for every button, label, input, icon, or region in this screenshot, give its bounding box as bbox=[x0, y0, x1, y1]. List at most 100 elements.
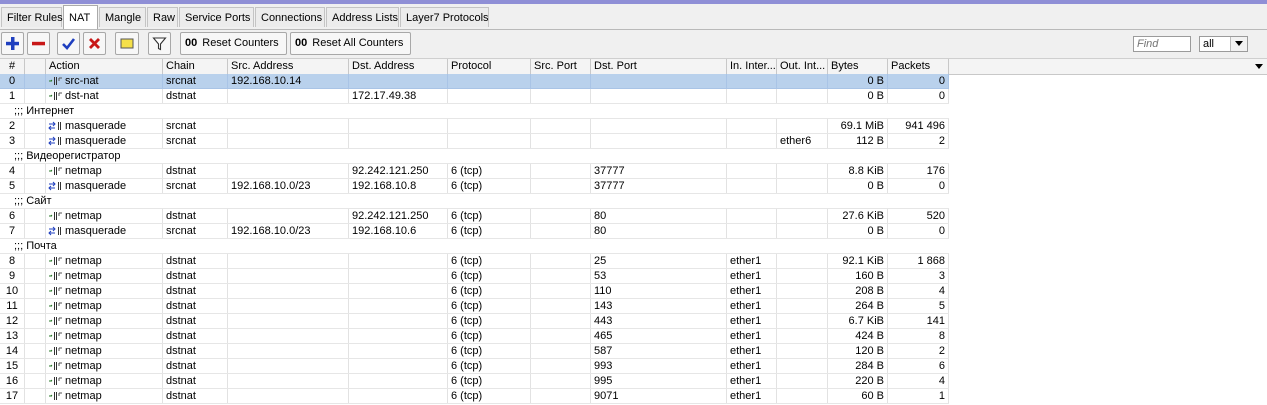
cell-protocol: 6 (tcp) bbox=[448, 269, 531, 283]
disable-button[interactable] bbox=[83, 32, 106, 55]
reset-counters-button[interactable]: 00 Reset Counters bbox=[180, 32, 287, 55]
action-label: masquerade bbox=[65, 225, 127, 237]
comment-button[interactable] bbox=[115, 32, 139, 55]
filter-button[interactable] bbox=[148, 32, 171, 55]
find-input[interactable] bbox=[1133, 36, 1191, 52]
col-header-in-interface[interactable]: In. Inter... bbox=[727, 59, 777, 74]
cell-number: 1 bbox=[0, 89, 25, 103]
cell-in-interface bbox=[727, 134, 777, 148]
col-header-chain[interactable]: Chain bbox=[163, 59, 228, 74]
comment-row[interactable]: ;;; Интернет bbox=[0, 104, 949, 119]
cell-protocol: 6 (tcp) bbox=[448, 179, 531, 193]
col-header-bytes[interactable]: Bytes bbox=[828, 59, 888, 74]
cell-number: 2 bbox=[0, 119, 25, 133]
col-header-dst-port[interactable]: Dst. Port bbox=[591, 59, 727, 74]
cell-src-address bbox=[228, 314, 349, 328]
cell-src-address bbox=[228, 89, 349, 103]
table-row[interactable]: 10 netmap dstnat 6 (tcp) 110 ether1 208 B4 bbox=[0, 284, 949, 299]
col-header-src-address[interactable]: Src. Address bbox=[228, 59, 349, 74]
tab-layer7-protocols[interactable]: Layer7 Protocols bbox=[400, 7, 489, 27]
table-row[interactable]: 17 netmap dstnat 6 (tcp) 9071 ether1 60 B1 bbox=[0, 389, 949, 404]
cell-dst-port: 110 bbox=[591, 284, 727, 298]
table-row[interactable]: 12 netmap dstnat 6 (tcp) 443 ether1 6.7 KiB 141 bbox=[0, 314, 949, 329]
col-header-number[interactable]: # bbox=[0, 59, 25, 74]
table-row[interactable]: 8 netmap dstnat 6 (tcp) 25 ether1 92.1 KiB 1 86… bbox=[0, 254, 949, 269]
cell-src-address bbox=[228, 374, 349, 388]
table-row[interactable]: 5 masquerade srcnat 192.168.10.0/23 192.168.… bbox=[0, 179, 949, 194]
cell-bytes: 120 B bbox=[828, 344, 888, 358]
tab-address-lists[interactable]: Address Lists bbox=[326, 7, 399, 27]
action-label: netmap bbox=[65, 330, 102, 342]
table-row[interactable]: 9 netmap dstnat 6 (tcp) 53 ether1 160 B3 bbox=[0, 269, 949, 284]
table-row[interactable]: 14 netmap dstnat 6 (tcp) 587 ether1 120 B2 bbox=[0, 344, 949, 359]
tab-mangle[interactable]: Mangle bbox=[99, 7, 146, 27]
cell-number: 14 bbox=[0, 344, 25, 358]
action-label: masquerade bbox=[65, 135, 127, 147]
cell-src-port bbox=[531, 299, 591, 313]
col-header-flags[interactable] bbox=[25, 59, 46, 74]
col-header-out-interface[interactable]: Out. Int... bbox=[777, 59, 828, 74]
cell-number: 8 bbox=[0, 254, 25, 268]
table-row[interactable]: 13 netmap dstnat 6 (tcp) 465 ether1 424 B8 bbox=[0, 329, 949, 344]
cell-in-interface bbox=[727, 74, 777, 88]
table-row[interactable]: 3 masquerade srcnat ether6 112 B2 bbox=[0, 134, 949, 149]
cell-protocol bbox=[448, 119, 531, 133]
col-header-protocol[interactable]: Protocol bbox=[448, 59, 531, 74]
table-row[interactable]: 11 netmap dstnat 6 (tcp) 143 ether1 264 B5 bbox=[0, 299, 949, 314]
table-row[interactable]: 7 masquerade srcnat 192.168.10.0/23 192.168.… bbox=[0, 224, 949, 239]
col-header-packets[interactable]: Packets bbox=[888, 59, 949, 74]
cell-flags bbox=[25, 119, 46, 133]
table-row[interactable]: 15 netmap dstnat 6 (tcp) 993 ether1 284 B6 bbox=[0, 359, 949, 374]
columns-menu-icon[interactable] bbox=[1255, 64, 1263, 69]
comment-row[interactable]: ;;; Сайт bbox=[0, 194, 949, 209]
comment-text: ;;; Интернет bbox=[14, 105, 75, 117]
table-row[interactable]: 6 netmap dstnat 92.242.121.250 6 (tcp) 80 27.6… bbox=[0, 209, 949, 224]
cell-flags bbox=[25, 344, 46, 358]
cell-action: netmap bbox=[46, 314, 163, 328]
tab-service-ports[interactable]: Service Ports bbox=[179, 7, 254, 27]
cell-bytes: 92.1 KiB bbox=[828, 254, 888, 268]
table-row[interactable]: 1 dst-nat dstnat 172.17.49.38 0 B0 bbox=[0, 89, 949, 104]
filter-select[interactable]: all bbox=[1199, 36, 1248, 52]
chevron-down-icon[interactable] bbox=[1230, 37, 1247, 51]
col-header-dst-address[interactable]: Dst. Address bbox=[349, 59, 448, 74]
cell-chain: dstnat bbox=[163, 329, 228, 343]
cell-chain: dstnat bbox=[163, 254, 228, 268]
cell-chain: dstnat bbox=[163, 89, 228, 103]
cell-src-port bbox=[531, 329, 591, 343]
comment-row[interactable]: ;;; Почта bbox=[0, 239, 949, 254]
cell-flags bbox=[25, 89, 46, 103]
cell-dst-address bbox=[349, 269, 448, 283]
col-header-action[interactable]: Action bbox=[46, 59, 163, 74]
cell-src-port bbox=[531, 74, 591, 88]
tab-filter-rules[interactable]: Filter Rules bbox=[1, 7, 63, 27]
add-button[interactable] bbox=[1, 32, 24, 55]
cell-in-interface bbox=[727, 224, 777, 238]
comment-row[interactable]: ;;; Видеорегистратор bbox=[0, 149, 949, 164]
cell-packets: 2 bbox=[888, 134, 949, 148]
cell-in-interface bbox=[727, 164, 777, 178]
cell-out-interface bbox=[777, 284, 828, 298]
tab-raw[interactable]: Raw bbox=[147, 7, 178, 27]
cell-src-address bbox=[228, 254, 349, 268]
table-row[interactable]: 2 masquerade srcnat 69.1 MiB 941 496 bbox=[0, 119, 949, 134]
cell-protocol: 6 (tcp) bbox=[448, 299, 531, 313]
cell-dst-port: 995 bbox=[591, 374, 727, 388]
table-row[interactable]: 16 netmap dstnat 6 (tcp) 995 ether1 220 B4 bbox=[0, 374, 949, 389]
table-row[interactable]: 4 netmap dstnat 92.242.121.250 6 (tcp) 37777 8… bbox=[0, 164, 949, 179]
cell-flags bbox=[25, 254, 46, 268]
netmap-icon bbox=[49, 167, 62, 175]
reset-all-counters-button[interactable]: 00 Reset All Counters bbox=[290, 32, 411, 55]
col-header-src-port[interactable]: Src. Port bbox=[531, 59, 591, 74]
masquerade-icon bbox=[48, 121, 61, 131]
cell-bytes: 424 B bbox=[828, 329, 888, 343]
remove-button[interactable] bbox=[27, 32, 50, 55]
cell-bytes: 264 B bbox=[828, 299, 888, 313]
table-row[interactable]: 0 src-nat srcnat 192.168.10.14 0 B0 bbox=[0, 74, 949, 89]
cell-bytes: 0 B bbox=[828, 74, 888, 88]
enable-button[interactable] bbox=[57, 32, 80, 55]
tab-connections[interactable]: Connections bbox=[255, 7, 325, 27]
cell-action: netmap bbox=[46, 344, 163, 358]
tab-nat[interactable]: NAT bbox=[63, 5, 98, 29]
cell-src-port bbox=[531, 134, 591, 148]
